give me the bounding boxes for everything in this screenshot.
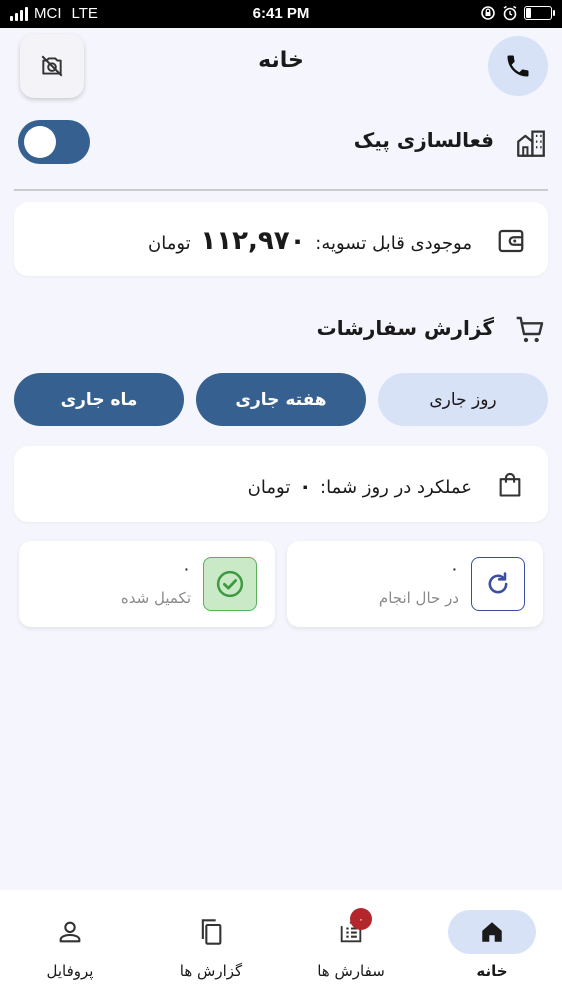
completed-label: تکمیل شده [120, 589, 191, 607]
shopping-bag-icon [499, 472, 521, 497]
balance-currency: تومان [148, 233, 191, 254]
phone-icon [507, 55, 529, 77]
home-icon [482, 922, 502, 942]
balance-text: موجودی قابل تسویه: ۱۱۲,۹۷۰ تومان [148, 226, 472, 256]
performance-currency: تومان [247, 477, 291, 498]
refresh-icon [488, 572, 508, 594]
in-progress-badge [471, 557, 525, 611]
person-icon [59, 921, 81, 943]
in-progress-label: در حال انجام [378, 589, 459, 607]
in-progress-card[interactable]: ۰ در حال انجام [287, 541, 543, 627]
courier-activation-row: فعالسازی پیک [0, 114, 562, 170]
status-bar: MCI LTE 6:41 PM [0, 0, 562, 28]
status-right [480, 5, 555, 21]
nav-profile-label: پروفایل [46, 962, 94, 980]
performance-amount: ۰ [299, 474, 312, 498]
nav-home-pill [448, 910, 536, 954]
completed-count: ۰ [181, 559, 191, 579]
nav-reports[interactable]: گزارش ها [146, 910, 276, 990]
nav-profile-pill [26, 910, 114, 954]
status-time: 6:41 PM [252, 5, 310, 22]
performance-text: عملکرد در روز شما: ۰ تومان [248, 474, 472, 498]
nav-profile[interactable]: پروفایل [5, 910, 135, 990]
bottom-navigation: خانه ۰ سفارش ها گزارش ها پروفایل [0, 890, 562, 1000]
orders-report-header: گزارش سفارشات [0, 312, 562, 348]
in-progress-count: ۰ [449, 559, 459, 579]
performance-label: عملکرد در روز شما: [320, 477, 472, 498]
call-button[interactable] [488, 36, 548, 96]
app-header: خانه [0, 28, 562, 104]
courier-activation-label: فعالسازی پیک [353, 128, 494, 152]
wallet-icon [498, 229, 524, 253]
copy-icon [201, 919, 222, 945]
nav-orders-label: سفارش ها [317, 962, 385, 980]
performance-card: عملکرد در روز شما: ۰ تومان [14, 446, 548, 522]
building-icon [517, 130, 545, 157]
courier-activation-toggle[interactable] [18, 120, 90, 164]
page-title: خانه [258, 48, 304, 73]
divider [14, 189, 548, 191]
orders-report-title: گزارش سفارشات [316, 316, 494, 340]
completed-badge [203, 557, 257, 611]
nav-home-label: خانه [476, 962, 508, 980]
alarm-icon [503, 5, 517, 21]
nav-orders-pill: ۰ [307, 908, 395, 954]
balance-label: موجودی قابل تسویه: [315, 233, 472, 254]
nav-reports-pill [167, 910, 255, 954]
check-circle-icon [216, 570, 244, 598]
completed-card[interactable]: ۰ تکمیل شده [19, 541, 275, 627]
balance-card: موجودی قابل تسویه: ۱۱۲,۹۷۰ تومان [14, 202, 548, 276]
cart-icon [516, 316, 544, 343]
nav-home[interactable]: خانه [427, 910, 557, 990]
toggle-knob [24, 126, 56, 158]
rotation-lock-icon [481, 6, 495, 20]
period-today-button[interactable]: روز جاری [378, 373, 548, 426]
orders-notification-badge: ۰ [350, 908, 372, 930]
balance-amount: ۱۱۲,۹۷۰ [200, 226, 306, 256]
period-week-button[interactable]: هفته جاری [196, 373, 366, 426]
battery-icon [524, 6, 555, 20]
nav-orders[interactable]: ۰ سفارش ها [286, 908, 416, 990]
nav-reports-label: گزارش ها [179, 962, 243, 980]
period-month-button[interactable]: ماه جاری [14, 373, 184, 426]
